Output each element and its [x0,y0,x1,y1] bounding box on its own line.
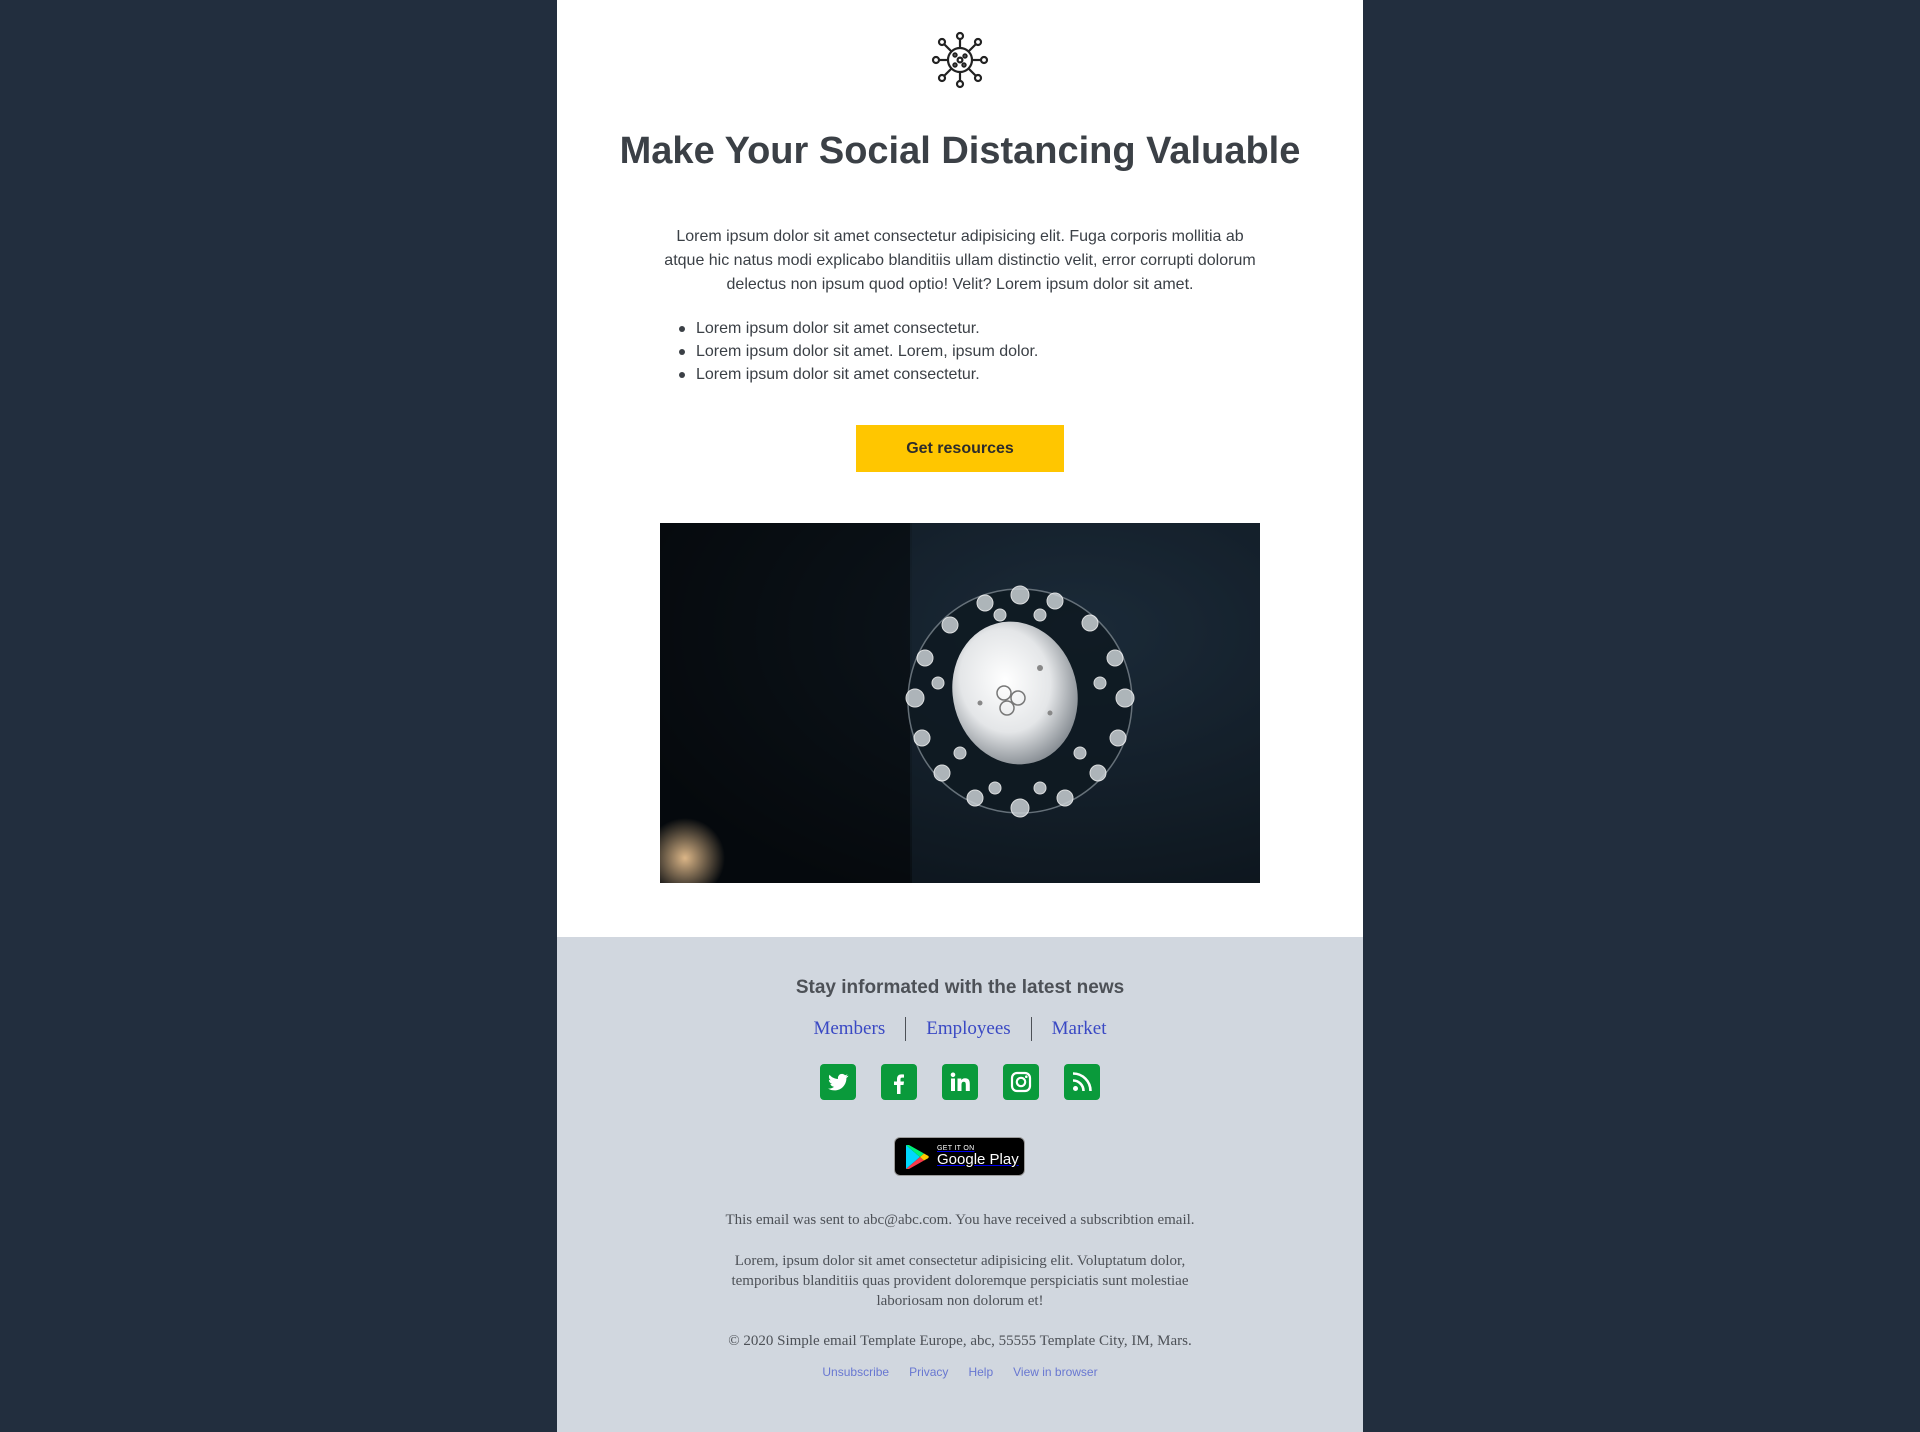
unsubscribe-link[interactable]: Unsubscribe [822,1365,889,1379]
intro-paragraph: Lorem ipsum dolor sit amet consectetur a… [664,228,1256,293]
bullet-icon [679,349,685,355]
footer-nav: Members Employees Market [557,1017,1363,1041]
copyright-text: © 2020 Simple email Template Europe, abc… [728,1333,1192,1349]
legal-links: Unsubscribe Privacy Help View in browser [557,1365,1363,1379]
bullet-icon [679,372,685,378]
link-market[interactable]: Market [1032,1018,1127,1040]
bullet-list: Lorem ipsum dolor sit amet consectetur. … [679,317,1256,386]
footer-heading: Stay informated with the latest news [795,977,1125,998]
google-play-icon [906,1144,929,1169]
rss-icon[interactable] [1064,1064,1100,1100]
email-container: Make Your Social Distancing Valuable Lor… [557,0,1363,1432]
twitter-icon[interactable] [820,1064,856,1100]
privacy-link[interactable]: Privacy [909,1365,948,1379]
link-employees[interactable]: Employees [906,1018,1030,1040]
google-play-badge[interactable]: GET IT ON Google Play [894,1137,1025,1176]
badge-big-text: Google Play [937,1151,1019,1168]
virus-sculpture-image [660,523,1260,883]
virus-icon [931,31,989,89]
linkedin-icon[interactable] [942,1064,978,1100]
help-link[interactable]: Help [968,1365,993,1379]
email-main: Make Your Social Distancing Valuable Lor… [557,0,1363,937]
facebook-icon[interactable] [881,1064,917,1100]
list-item: Lorem ipsum dolor sit amet. Lorem, ipsum… [679,340,1256,363]
page-title: Make Your Social Distancing Valuable [619,130,1301,172]
email-footer: Stay informated with the latest news Mem… [557,937,1363,1432]
social-links [557,1064,1363,1100]
list-item: Lorem ipsum dolor sit amet consectetur. [679,317,1256,340]
bullet-icon [679,326,685,332]
footer-body-text: Lorem, ipsum dolor sit amet consectetur … [731,1253,1189,1309]
get-resources-button[interactable]: Get resources [856,425,1064,472]
view-in-browser-link[interactable]: View in browser [1013,1365,1097,1379]
link-members[interactable]: Members [793,1018,905,1040]
sent-to-text: This email was sent to abc@abc.com. You … [725,1212,1195,1228]
list-item: Lorem ipsum dolor sit amet consectetur. [679,363,1256,386]
hero-image [660,523,1260,883]
instagram-icon[interactable] [1003,1064,1039,1100]
